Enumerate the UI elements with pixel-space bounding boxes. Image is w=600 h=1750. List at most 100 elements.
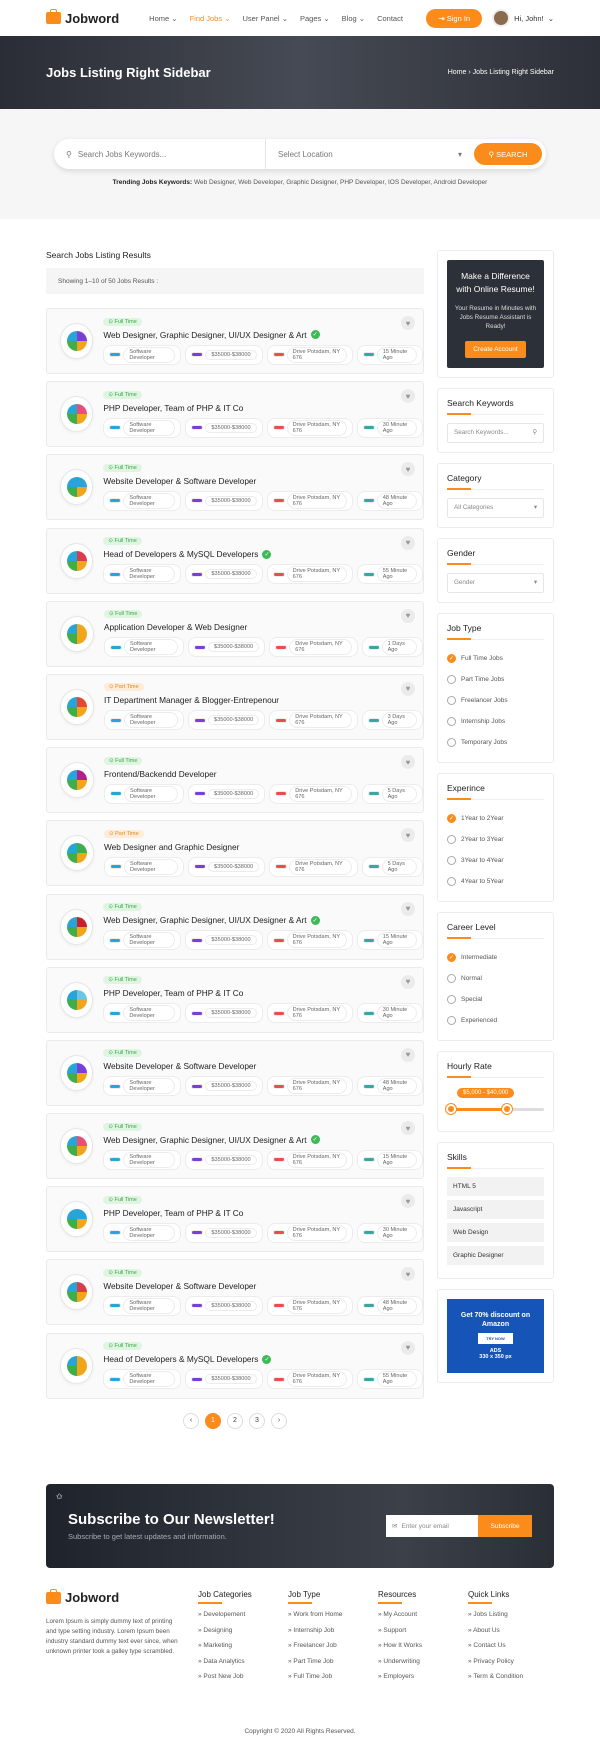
footer-link[interactable]: » Full Time Job [288, 1673, 374, 1689]
nav-item-user-panel[interactable]: User Panel ⌄ [243, 14, 289, 23]
company-logo[interactable] [60, 1274, 94, 1311]
job-card[interactable]: ⊙ Full Time Head of Developers & MySQL De… [46, 527, 424, 594]
job-title[interactable]: Web Designer and Graphic Designer [104, 842, 423, 852]
company-logo[interactable] [60, 396, 94, 433]
job-type-option[interactable]: Freelancer Jobs [447, 690, 544, 711]
footer-logo[interactable]: Jobword [46, 1588, 182, 1605]
slider-min-handle[interactable] [446, 1103, 456, 1114]
experience-option[interactable]: 2Year to 3Year [447, 829, 544, 850]
company-logo[interactable] [60, 908, 94, 945]
footer-link[interactable]: » About Us [468, 1627, 554, 1643]
job-title[interactable]: IT Department Manager & Blogger-Entrepen… [104, 695, 423, 705]
heart-icon[interactable]: ♥ [401, 974, 415, 989]
subscribe-button[interactable]: Subscribe [478, 1515, 532, 1537]
job-card[interactable]: ⊙ Part Time Web Designer and Graphic Desi… [46, 820, 424, 887]
footer-link[interactable]: » Freelancer Job [288, 1642, 374, 1658]
prev-page-icon[interactable]: ‹ [183, 1412, 199, 1429]
career-option[interactable]: Normal [447, 968, 544, 989]
location-select[interactable]: Select Location ▾ [266, 150, 474, 159]
footer-link[interactable]: » How It Works [378, 1642, 464, 1658]
company-logo[interactable] [60, 981, 94, 1018]
company-logo[interactable] [60, 323, 94, 359]
sign-in-button[interactable]: ⇥ Sign In [426, 8, 483, 28]
experience-option[interactable]: 3Year to 4Year [447, 850, 544, 871]
job-title[interactable]: Website Developer & Software Developer [103, 476, 423, 486]
job-card[interactable]: ⊙ Full Time PHP Developer, Team of PHP & … [46, 1186, 424, 1253]
heart-icon[interactable]: ♥ [401, 608, 415, 623]
career-option[interactable]: Experienced [447, 1010, 544, 1031]
job-card[interactable]: ⊙ Full Time Website Developer & Software … [46, 1259, 424, 1326]
nav-item-find-jobs[interactable]: Find Jobs ⌄ [190, 14, 231, 23]
company-logo[interactable] [60, 1128, 94, 1165]
job-title[interactable]: Web Designer, Graphic Designer, UI/UX De… [103, 330, 423, 340]
nav-item-contact[interactable]: Contact [377, 14, 403, 23]
footer-link[interactable]: » Part Time Job [288, 1658, 374, 1674]
brand-logo[interactable]: Jobword [46, 9, 119, 26]
heart-icon[interactable]: ♥ [401, 316, 415, 330]
page-3-button[interactable]: 3 [249, 1412, 265, 1429]
footer-link[interactable]: » Developement [198, 1611, 284, 1627]
job-card[interactable]: ⊙ Full Time PHP Developer, Team of PHP & … [46, 381, 424, 448]
nav-item-home[interactable]: Home ⌄ [149, 14, 177, 23]
job-title[interactable]: Website Developer & Software Developer [103, 1281, 423, 1291]
footer-link[interactable]: » Term & Condition [468, 1673, 554, 1689]
page-2-button[interactable]: 2 [227, 1412, 243, 1429]
heart-icon[interactable]: ♥ [401, 535, 415, 550]
skill-tag[interactable]: Graphic Designer [447, 1245, 544, 1265]
job-title[interactable]: Head of Developers & MySQL Developers ✓ [103, 549, 423, 559]
footer-link[interactable]: » Privacy Policy [468, 1658, 554, 1674]
keyword-search-input[interactable]: ⚲ Search Jobs Keywords... [66, 139, 266, 169]
job-card[interactable]: ⊙ Full Time Application Developer & Web D… [46, 600, 424, 667]
job-card[interactable]: ⊙ Full Time Website Developer & Software … [46, 1039, 424, 1106]
skill-tag[interactable]: HTML 5 [447, 1176, 544, 1196]
footer-link[interactable]: » Internship Job [288, 1627, 374, 1643]
user-menu[interactable]: Hi, John! ⌄ [492, 9, 554, 27]
footer-link[interactable]: » Work from Home [288, 1611, 374, 1627]
company-logo[interactable] [60, 615, 94, 652]
company-logo[interactable] [60, 1054, 94, 1091]
footer-link[interactable]: » Underwriting [378, 1658, 464, 1674]
footer-link[interactable]: » Support [378, 1627, 464, 1643]
gender-select[interactable]: Gender ▾ [447, 572, 544, 593]
job-card[interactable]: ⊙ Full Time Website Developer & Software … [46, 454, 424, 521]
job-title[interactable]: PHP Developer, Team of PHP & IT Co [103, 403, 423, 413]
career-option[interactable]: ✓ Intermediate [447, 947, 544, 968]
company-logo[interactable] [60, 762, 94, 799]
footer-link[interactable]: » Designing [198, 1627, 284, 1643]
footer-link[interactable]: » My Account [378, 1611, 464, 1627]
career-option[interactable]: Special [447, 989, 544, 1010]
page-1-button[interactable]: 1 [205, 1412, 221, 1429]
company-logo[interactable] [60, 1201, 94, 1238]
footer-link[interactable]: » Data Analytics [198, 1658, 284, 1674]
footer-link[interactable]: » Jobs Listing [468, 1611, 554, 1627]
company-logo[interactable] [60, 1347, 94, 1384]
footer-link[interactable]: » Contact Us [468, 1642, 554, 1658]
job-type-option[interactable]: Part Time Jobs [447, 669, 544, 690]
job-type-option[interactable]: Temporary Jobs [447, 732, 544, 753]
skill-tag[interactable]: Javascript [447, 1199, 544, 1219]
category-select[interactable]: All Categories ▾ [447, 497, 544, 518]
next-page-icon[interactable]: › [271, 1412, 287, 1429]
keyword-filter-input[interactable]: Search Keywords... ⚲ [447, 422, 544, 443]
heart-icon[interactable]: ♥ [401, 1340, 415, 1355]
heart-icon[interactable]: ♥ [401, 1121, 415, 1136]
job-title[interactable]: Application Developer & Web Designer [104, 622, 423, 632]
job-card[interactable]: ⊙ Full Time PHP Developer, Team of PHP & … [46, 966, 424, 1033]
footer-link[interactable]: » Post New Job [198, 1673, 284, 1689]
nav-item-blog[interactable]: Blog ⌄ [342, 14, 365, 23]
slider-max-handle[interactable] [502, 1103, 513, 1114]
job-type-option[interactable]: Internship Jobs [447, 711, 544, 732]
job-title[interactable]: PHP Developer, Team of PHP & IT Co [103, 1208, 423, 1218]
job-title[interactable]: Frontend/Backendd Developer [104, 769, 423, 779]
job-title[interactable]: Website Developer & Software Developer [103, 1061, 423, 1071]
job-title[interactable]: Head of Developers & MySQL Developers ✓ [103, 1354, 423, 1364]
job-card[interactable]: ⊙ Full Time Frontend/Backendd Developer So… [46, 747, 424, 814]
company-logo[interactable] [60, 835, 94, 872]
job-title[interactable]: PHP Developer, Team of PHP & IT Co [103, 988, 423, 998]
job-card[interactable]: ⊙ Full Time Web Designer, Graphic Designe… [46, 1113, 424, 1180]
job-card[interactable]: ⊙ Full Time Head of Developers & MySQL De… [46, 1332, 424, 1399]
breadcrumb-home[interactable]: Home [448, 69, 467, 76]
heart-icon[interactable]: ♥ [401, 901, 415, 916]
ad-cta[interactable]: TRY NOW [478, 1333, 513, 1345]
job-card[interactable]: ⊙ Full Time Web Designer, Graphic Designe… [46, 893, 424, 960]
